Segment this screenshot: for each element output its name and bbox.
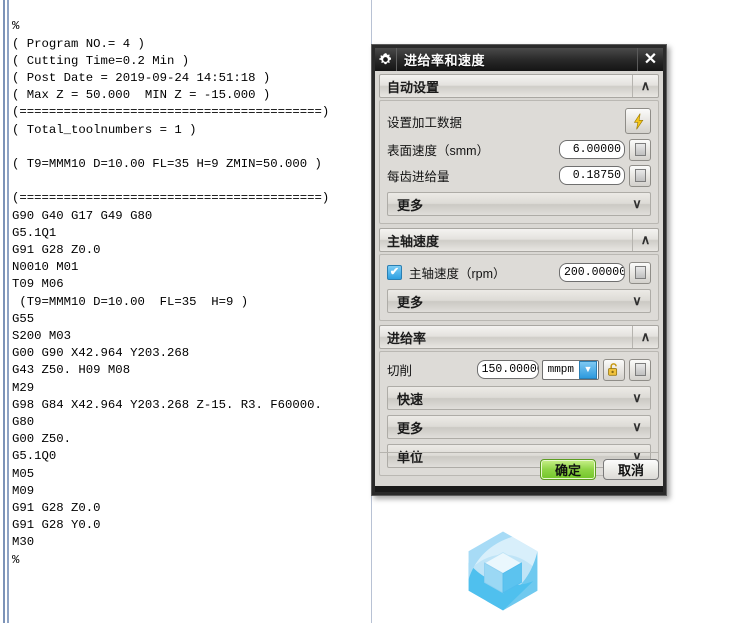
lightning-bolt-icon[interactable] [625, 108, 651, 134]
row-surface-speed: 表面速度（smm） 6.00000 [387, 138, 651, 161]
unlocked-padlock-icon[interactable] [603, 358, 625, 381]
app-root: % ( Program NO.= 4 ) ( Cutting Time=0.2 … [0, 0, 748, 623]
sub-section-auto-more[interactable]: 更多 ∨ [387, 192, 651, 216]
spindle-speed-checkbox[interactable]: ✔ [387, 265, 402, 280]
ok-button[interactable]: 确定 [540, 459, 596, 480]
feed-unit-value: mmpm [547, 363, 574, 376]
close-icon-glyph: ✕ [643, 50, 658, 68]
gcode-text-panel[interactable]: % ( Program NO.= 4 ) ( Cutting Time=0.2 … [0, 0, 374, 623]
page-icon[interactable] [629, 138, 651, 161]
label-surface-speed: 表面速度（smm） [387, 144, 490, 158]
page-icon-glyph [634, 363, 646, 376]
chevron-down-icon[interactable]: ∨ [624, 390, 650, 406]
dialog-body: 自动设置 ∧ 设置加工数据 表面速度（smm） 6.00000 每齿进给量 0.… [375, 71, 663, 486]
chevron-down-icon[interactable]: ▼ [579, 360, 597, 379]
group-header-feed-rate[interactable]: 进给率 ∧ [379, 325, 659, 349]
surface-speed-input[interactable]: 6.00000 [559, 140, 625, 159]
sub-section-spindle-more[interactable]: 更多 ∨ [387, 289, 651, 313]
chevron-up-icon[interactable]: ∧ [632, 229, 658, 251]
dialog-footer: 确定 取消 [379, 452, 659, 482]
row-cutting-feed: 切削 150.00000 mmpm ▼ [387, 358, 651, 381]
chevron-down-icon[interactable]: ∨ [624, 419, 650, 435]
chevron-up-icon[interactable]: ∧ [632, 326, 658, 348]
page-icon-glyph [634, 143, 646, 156]
close-icon[interactable]: ✕ [637, 48, 663, 71]
hexagon-cube-logo [461, 529, 545, 613]
sub-section-label-more: 更多 [397, 420, 424, 436]
page-icon[interactable] [629, 261, 651, 284]
label-spindle-speed: 主轴速度（rpm） [409, 267, 506, 281]
cancel-button[interactable]: 取消 [603, 459, 659, 480]
group-title-spindle-speed: 主轴速度 [387, 233, 440, 249]
group-body-auto-settings: 设置加工数据 表面速度（smm） 6.00000 每齿进给量 0.18750 更… [379, 100, 659, 224]
label-feed-per-tooth: 每齿进给量 [387, 170, 450, 184]
sub-section-label-rapid: 快速 [397, 391, 424, 407]
row-set-machining-data: 设置加工数据 [387, 107, 651, 135]
gear-icon[interactable] [375, 48, 397, 71]
sub-section-rapid[interactable]: 快速 ∨ [387, 386, 651, 410]
group-header-spindle-speed[interactable]: 主轴速度 ∧ [379, 228, 659, 252]
page-icon[interactable] [629, 164, 651, 187]
page-icon-glyph [634, 266, 646, 279]
group-title-auto-settings: 自动设置 [387, 79, 440, 95]
gcode-program-text[interactable]: % ( Program NO.= 4 ) ( Cutting Time=0.2 … [12, 18, 362, 569]
page-icon[interactable] [629, 358, 651, 381]
gcode-gutter-outer-rule [3, 0, 5, 623]
sub-section-label-more: 更多 [397, 294, 424, 310]
dialog-titlebar[interactable]: 进给率和速度 ✕ [375, 48, 663, 71]
sub-section-label-more: 更多 [397, 197, 424, 213]
spindle-speed-input[interactable]: 200.00000 [559, 263, 625, 282]
cutting-feed-input[interactable]: 150.00000 [476, 360, 539, 379]
page-icon-glyph [634, 169, 646, 182]
feed-per-tooth-input[interactable]: 0.18750 [559, 166, 625, 185]
chevron-up-icon[interactable]: ∧ [632, 75, 658, 97]
group-header-auto-settings[interactable]: 自动设置 ∧ [379, 74, 659, 98]
checkmark-icon: ✔ [389, 266, 400, 278]
chevron-down-icon[interactable]: ∨ [624, 196, 650, 212]
row-spindle-speed: ✔ 主轴速度（rpm） 200.00000 [387, 261, 651, 284]
feeds-and-speeds-dialog[interactable]: 进给率和速度 ✕ 自动设置 ∧ 设置加工数据 表面速度（smm） 6.00000… [371, 44, 667, 496]
feed-unit-select[interactable]: mmpm ▼ [541, 359, 599, 380]
label-set-machining-data: 设置加工数据 [387, 115, 463, 130]
chevron-down-icon[interactable]: ∨ [624, 293, 650, 309]
row-feed-per-tooth: 每齿进给量 0.18750 [387, 164, 651, 187]
dialog-title: 进给率和速度 [404, 53, 486, 68]
label-cutting: 切削 [387, 364, 413, 378]
gcode-gutter-inner-rule [7, 0, 9, 623]
sub-section-feed-more[interactable]: 更多 ∨ [387, 415, 651, 439]
group-title-feed-rate: 进给率 [387, 330, 427, 346]
group-body-spindle-speed: ✔ 主轴速度（rpm） 200.00000 更多 ∨ [379, 254, 659, 321]
